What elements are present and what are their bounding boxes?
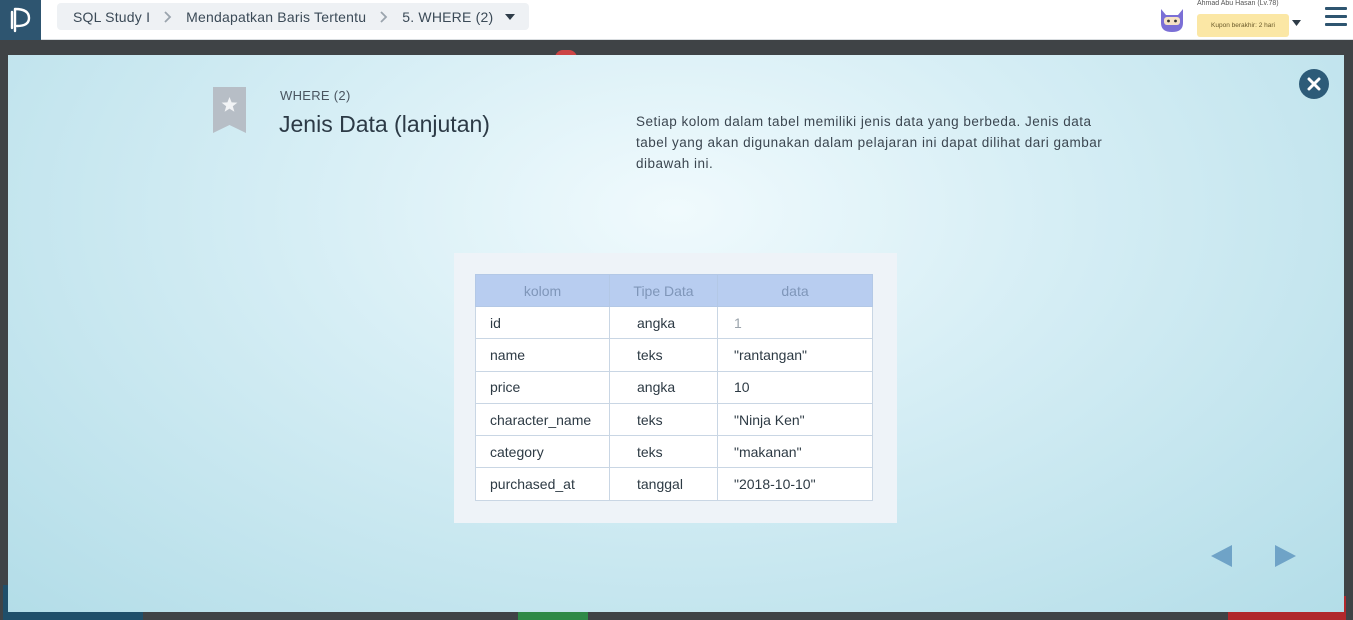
breadcrumb-course[interactable]: SQL Study I: [73, 9, 150, 25]
table-cell: teks: [609, 402, 718, 437]
table-cell: 1: [717, 305, 873, 340]
slide-modal: WHERE (2) Jenis Data (lanjutan) Setiap k…: [8, 55, 1344, 612]
next-slide-button[interactable]: [1273, 544, 1297, 568]
table-cell: id: [475, 305, 610, 340]
user-name: Ahmad Abu Hasan (Lv.78): [1197, 0, 1279, 7]
user-menu[interactable]: Ahmad Abu Hasan (Lv.78) Kupon berakhir: …: [1155, 0, 1315, 40]
table-cell: category: [475, 435, 610, 469]
table-row: id angka 1: [475, 305, 873, 340]
chevron-right-icon: [164, 10, 174, 23]
table-cell: name: [475, 338, 610, 372]
table-header-row: kolom Tipe Data data: [475, 274, 873, 307]
caret-down-icon[interactable]: [505, 12, 516, 22]
table-cell: teks: [609, 338, 718, 372]
table-cell: 10: [717, 370, 873, 404]
breadcrumb: SQL Study I Mendapatkan Baris Tertentu 5…: [57, 3, 530, 30]
breadcrumb-lesson[interactable]: 5. WHERE (2): [402, 9, 493, 25]
hamburger-menu-icon[interactable]: [1325, 7, 1347, 27]
slide-description: Setiap kolom dalam tabel memiliki jenis …: [636, 114, 1103, 171]
data-type-table-card: kolom Tipe Data data id angka 1 name tek…: [454, 253, 897, 523]
breadcrumb-chapter[interactable]: Mendapatkan Baris Tertentu: [186, 9, 366, 25]
triangle-right-icon: [1275, 545, 1296, 567]
caret-down-icon[interactable]: [1292, 13, 1302, 26]
chevron-right-icon: [380, 10, 390, 23]
table-row: purchased_at tanggal "2018-10-10": [475, 467, 873, 501]
table-row: character_name teks "Ninja Ken": [475, 402, 873, 437]
ninja-cat-avatar-icon[interactable]: [1157, 5, 1187, 33]
star-bookmark-icon[interactable]: [213, 87, 246, 133]
coupon-badge: Kupon berakhir: 2 hari: [1197, 14, 1289, 37]
table-cell: "makanan": [717, 435, 873, 469]
progate-logo-icon[interactable]: [0, 0, 41, 40]
table-header-cell: data: [717, 274, 873, 307]
table-cell: character_name: [475, 402, 610, 437]
triangle-left-icon: [1211, 545, 1232, 567]
top-bar: SQL Study I Mendapatkan Baris Tertentu 5…: [0, 0, 1353, 40]
table-header-cell: kolom: [475, 274, 610, 307]
lesson-kicker: WHERE (2): [280, 88, 351, 103]
table-cell: "Ninja Ken": [717, 402, 873, 437]
table-cell: teks: [609, 435, 718, 469]
table-cell: price: [475, 370, 610, 404]
table-cell: purchased_at: [475, 467, 610, 501]
table-row: price angka 10: [475, 370, 873, 404]
slide-title: Jenis Data (lanjutan): [279, 111, 490, 137]
table-row: category teks "makanan": [475, 435, 873, 469]
table-cell: "rantangan": [717, 338, 873, 372]
table-cell: tanggal: [609, 467, 718, 501]
table-cell: angka: [609, 305, 718, 340]
table-row: name teks "rantangan": [475, 338, 873, 372]
table-cell: angka: [609, 370, 718, 404]
previous-slide-button[interactable]: [1210, 544, 1234, 568]
table-cell: "2018-10-10": [717, 467, 873, 501]
table-header-cell: Tipe Data: [609, 274, 718, 307]
data-type-table: kolom Tipe Data data id angka 1 name tek…: [475, 274, 873, 501]
close-icon[interactable]: [1299, 69, 1329, 99]
